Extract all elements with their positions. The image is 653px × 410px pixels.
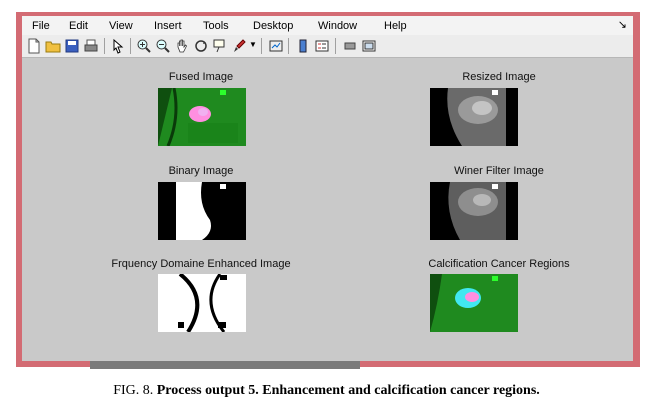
panel-title-frequency: Frquency Domaine Enhanced Image (111, 258, 291, 270)
toolbar-separator (130, 38, 131, 54)
caption-text: Process output 5. Enhancement and calcif… (156, 383, 540, 398)
menu-insert[interactable]: Insert (154, 20, 182, 32)
menu-help[interactable]: Help (384, 20, 407, 32)
toolbar-separator (335, 38, 336, 54)
background-window-strip (90, 361, 360, 369)
data-cursor-icon[interactable] (212, 38, 228, 54)
caption-prefix: FIG. 8. (113, 383, 154, 398)
menu-window[interactable]: Window (318, 20, 357, 32)
menu-desktop[interactable]: Desktop (253, 20, 293, 32)
colorbar-icon[interactable] (295, 38, 311, 54)
menu-view[interactable]: View (109, 20, 133, 32)
matlab-figure-window: File Edit View Insert Tools Desktop Wind… (22, 16, 633, 361)
toolbar-separator (104, 38, 105, 54)
menu-file[interactable]: File (32, 20, 50, 32)
rotate-icon[interactable] (193, 38, 209, 54)
hide-plot-tools-icon[interactable] (342, 38, 358, 54)
pointer-icon[interactable] (110, 38, 126, 54)
toolbar-separator (288, 38, 289, 54)
save-icon[interactable] (64, 38, 80, 54)
zoom-in-icon[interactable] (136, 38, 152, 54)
panel-title-winer: Winer Filter Image (454, 165, 544, 177)
panel-title-binary: Binary Image (168, 165, 234, 177)
open-folder-icon[interactable] (45, 38, 61, 54)
pan-hand-icon[interactable] (174, 38, 190, 54)
new-file-icon[interactable] (26, 38, 42, 54)
figure-caption: FIG. 8. Process output 5. Enhancement an… (0, 383, 653, 399)
toolbar-separator (261, 38, 262, 54)
calcification-regions-image (430, 274, 518, 332)
dropdown-arrow-icon[interactable]: ▼ (249, 40, 257, 49)
fused-image (158, 88, 246, 146)
panel-title-resized: Resized Image (462, 71, 536, 83)
menu-edit[interactable]: Edit (69, 20, 88, 32)
menu-tools[interactable]: Tools (203, 20, 229, 32)
menu-dock-arrow-icon[interactable]: ↘ (618, 18, 627, 31)
menu-bar: File Edit View Insert Tools Desktop Wind… (22, 16, 633, 35)
show-plot-tools-icon[interactable] (361, 38, 377, 54)
winer-filter-image (430, 182, 518, 240)
binary-image (158, 182, 246, 240)
resized-image (430, 88, 518, 146)
panel-title-fused: Fused Image (168, 71, 234, 83)
brush-icon[interactable] (231, 38, 247, 54)
print-icon[interactable] (83, 38, 99, 54)
link-plot-icon[interactable] (268, 38, 284, 54)
legend-icon[interactable] (314, 38, 330, 54)
frequency-enhanced-image (158, 274, 246, 332)
zoom-out-icon[interactable] (155, 38, 171, 54)
panel-title-calcification: Calcification Cancer Regions (428, 258, 570, 270)
figure-toolbar: ▼ (22, 35, 633, 58)
